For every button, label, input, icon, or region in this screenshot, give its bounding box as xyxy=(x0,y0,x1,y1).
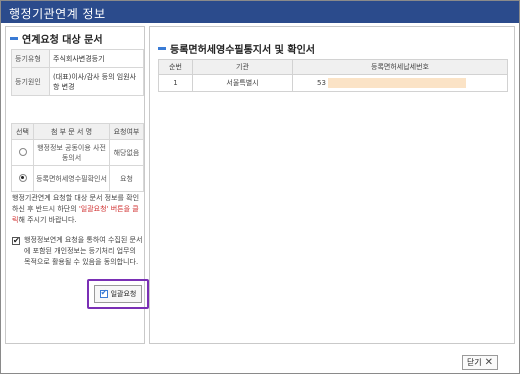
col-tax-number: 등록면허세납세번호 xyxy=(292,59,508,75)
info-row-cause: 등기원인 (대표)이사/감사 등의 임원사항 변경 xyxy=(11,67,144,96)
select-cell xyxy=(11,139,34,166)
info-label: 등기유형 xyxy=(11,49,50,68)
close-icon: ✕ xyxy=(484,356,494,368)
close-label: 닫기 xyxy=(466,358,482,367)
dialog-window: 행정기관연계 정보 연계요청 대상 문서 등기유형 주식회사변경등기 등기원인 … xyxy=(0,0,520,374)
result-header-row: 순번 기관 등록면허세납세번호 xyxy=(158,59,508,75)
notice-text-end: 해 주시기 바랍니다. xyxy=(18,216,77,224)
tax-number-prefix: 53 xyxy=(317,79,326,87)
doc-name: 행정정보 공동이용 사전동의서 xyxy=(33,139,110,166)
title-bar: 행정기관연계 정보 xyxy=(1,1,519,23)
info-value: (대표)이사/감사 등의 임원사항 변경 xyxy=(49,67,144,96)
request-target-panel: 연계요청 대상 문서 등기유형 주식회사변경등기 등기원인 (대표)이사/감사 … xyxy=(5,26,149,344)
attachment-header-row: 선택 첨 부 문 서 명 요청여부 xyxy=(11,123,144,140)
table-row[interactable]: 등록면허세영수필확인서 요청 xyxy=(11,165,144,192)
select-radio[interactable] xyxy=(18,173,27,182)
select-radio[interactable] xyxy=(18,147,27,156)
agency-cell: 서울특별시 xyxy=(192,74,293,92)
col-agency: 기관 xyxy=(192,59,293,75)
attachment-table: 선택 첨 부 문 서 명 요청여부 행정정보 공동이용 사전동의서 해당없음 등… xyxy=(11,123,144,192)
request-button-highlight: 일괄요청 xyxy=(87,279,149,309)
info-value: 주식회사변경등기 xyxy=(49,49,144,68)
tax-receipt-panel: 등록면허세영수필통지서 및 확인서 순번 기관 등록면허세납세번호 1 서울특별… xyxy=(149,26,515,344)
col-select: 선택 xyxy=(11,123,34,140)
redacted-block xyxy=(327,78,466,88)
doc-name: 등록면허세영수필확인서 xyxy=(33,165,110,192)
request-status: 해당없음 xyxy=(109,139,144,166)
window-title: 행정기관연계 정보 xyxy=(9,7,106,21)
col-request-status: 요청여부 xyxy=(109,123,144,140)
table-row[interactable]: 행정정보 공동이용 사전동의서 해당없음 xyxy=(11,139,144,166)
instruction-notice: 행정기관연계 요청할 대상 문서 정보를 확인하신 후 반드시 하단의 '일괄요… xyxy=(12,193,144,226)
table-row[interactable]: 1 서울특별시 53 xyxy=(158,74,508,92)
select-cell xyxy=(11,165,34,192)
info-row-type: 등기유형 주식회사변경등기 xyxy=(11,49,144,68)
info-label: 등기원인 xyxy=(11,67,50,96)
seq-cell: 1 xyxy=(158,74,193,92)
consent-checkbox[interactable] xyxy=(12,235,20,246)
close-button[interactable]: 닫기 ✕ xyxy=(462,355,498,370)
tax-number-cell: 53 xyxy=(292,74,508,92)
section-marker-icon xyxy=(158,47,166,50)
left-section-title: 연계요청 대상 문서 xyxy=(22,35,103,46)
check-icon xyxy=(99,288,108,298)
right-section-header: 등록면허세영수필통지서 및 확인서 xyxy=(158,41,315,56)
tax-receipt-table: 순번 기관 등록면허세납세번호 1 서울특별시 53 xyxy=(158,59,508,92)
left-section-header: 연계요청 대상 문서 xyxy=(10,31,103,46)
right-section-title: 등록면허세영수필통지서 및 확인서 xyxy=(170,45,315,56)
registration-info-table: 등기유형 주식회사변경등기 등기원인 (대표)이사/감사 등의 임원사항 변경 xyxy=(11,49,144,96)
bulk-request-button[interactable]: 일괄요청 xyxy=(93,285,143,303)
col-doc-name: 첨 부 문 서 명 xyxy=(33,123,110,140)
consent-row: 행정정보연계 요청을 통하여 수집된 문서에 포함된 개인정보는 등기처리 업무… xyxy=(12,235,144,268)
section-marker-icon xyxy=(10,37,18,40)
request-status: 요청 xyxy=(109,165,144,192)
bulk-request-label: 일괄요청 xyxy=(110,290,137,298)
consent-text: 행정정보연계 요청을 통하여 수집된 문서에 포함된 개인정보는 등기처리 업무… xyxy=(24,236,143,266)
col-seq: 순번 xyxy=(158,59,193,75)
